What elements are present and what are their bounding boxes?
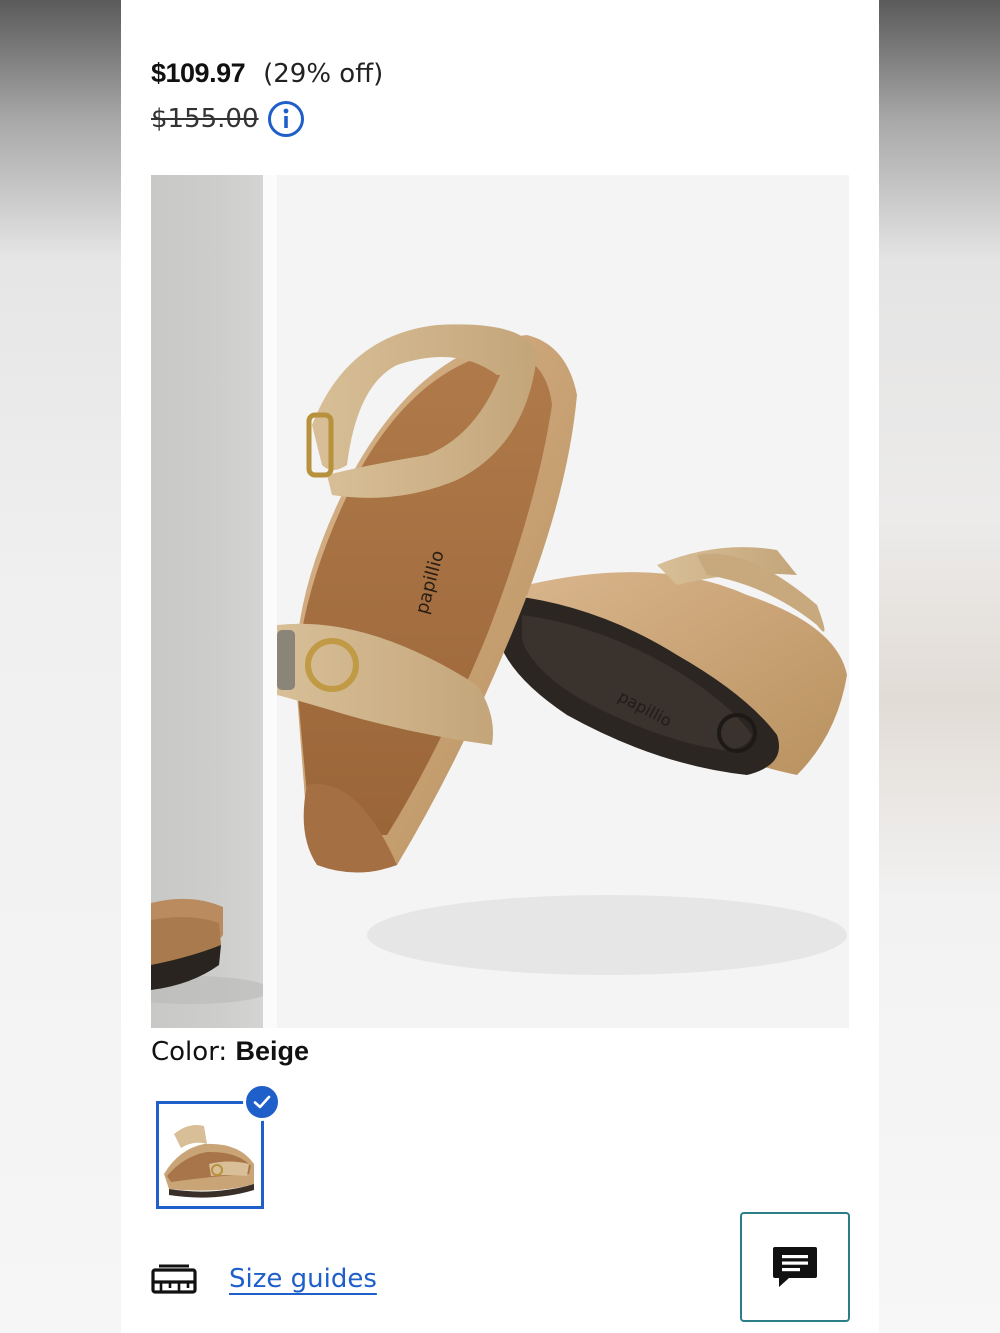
- swatch-sandal-thumbnail: [159, 1104, 261, 1206]
- color-swatch-beige[interactable]: [156, 1101, 264, 1209]
- color-value: Beige: [235, 1036, 309, 1066]
- product-panel: $109.97 (29% off) $155.00 papillio papil…: [121, 0, 879, 1333]
- chat-icon: [773, 1247, 817, 1287]
- current-price: $109.97: [151, 58, 246, 88]
- selected-check-badge: [243, 1083, 281, 1121]
- discount-percent: (29% off): [263, 59, 384, 89]
- check-icon: [253, 1095, 271, 1109]
- background-left: [0, 0, 121, 1333]
- size-guides-link[interactable]: Size guides: [229, 1264, 377, 1294]
- ruler-icon: [151, 1264, 197, 1294]
- size-guide-row: Size guides: [151, 1262, 377, 1296]
- gallery-previous-image[interactable]: [151, 175, 263, 1028]
- original-price-row: $155.00: [151, 100, 305, 138]
- info-icon[interactable]: [267, 100, 305, 138]
- chat-button[interactable]: [740, 1212, 850, 1322]
- color-selection-label: Color: Beige: [151, 1036, 309, 1067]
- background-right: [879, 0, 1000, 1333]
- previous-sandal-image: [151, 898, 263, 1004]
- gallery-main-image[interactable]: papillio papillio: [277, 175, 849, 1028]
- sandal-product-image: papillio papillio: [277, 324, 847, 975]
- color-label: Color:: [151, 1037, 228, 1067]
- original-price: $155.00: [151, 104, 259, 134]
- product-image-gallery[interactable]: papillio papillio: [151, 175, 849, 1028]
- price-row: $109.97 (29% off): [151, 58, 383, 89]
